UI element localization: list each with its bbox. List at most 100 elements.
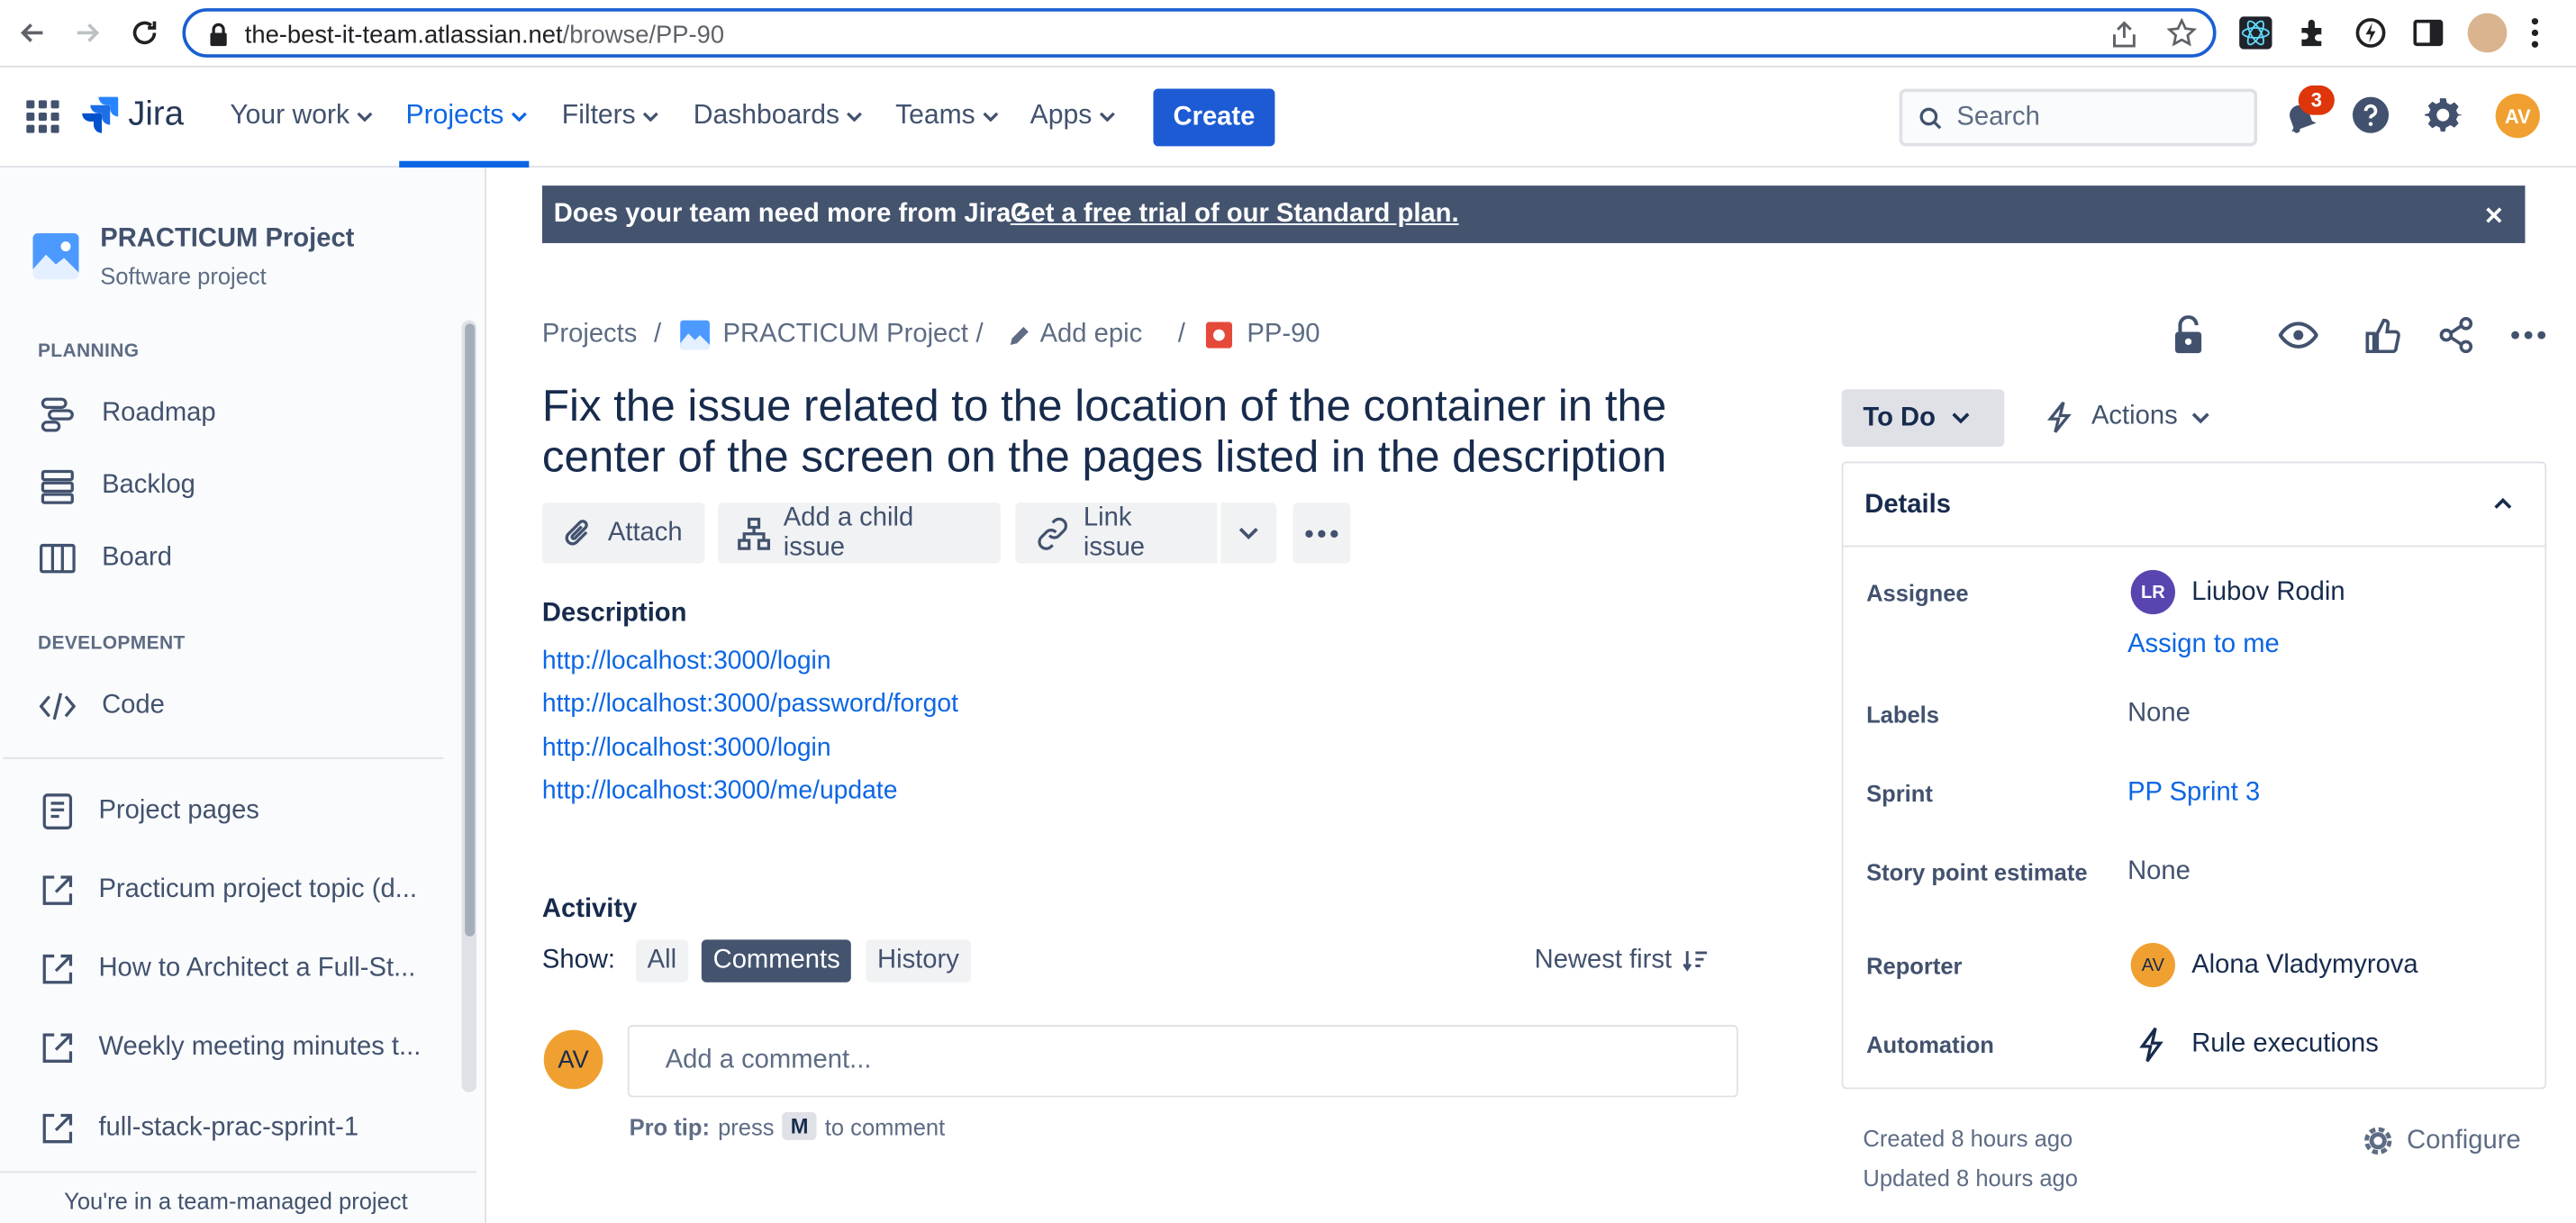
breadcrumb-issue-key[interactable]: PP-90 — [1247, 321, 1320, 350]
breadcrumb-add-epic[interactable]: Add epic — [1040, 321, 1143, 350]
actions-dropdown[interactable]: Actions — [2044, 401, 2210, 433]
link-issue-dropdown[interactable] — [1220, 503, 1277, 564]
bookmark-star-icon[interactable] — [2166, 18, 2197, 48]
lightning-icon — [2046, 401, 2072, 433]
jira-logo[interactable]: Jira — [82, 95, 184, 135]
comment-placeholder: Add a comment... — [665, 1046, 872, 1074]
close-icon[interactable] — [2484, 205, 2504, 225]
comment-input[interactable]: Add a comment... — [627, 1025, 1738, 1098]
assign-to-me-link[interactable]: Assign to me — [2127, 630, 2280, 660]
sidebar-item-link-3[interactable]: Weekly meeting minutes t... — [36, 1027, 421, 1069]
configure-button[interactable]: Configure — [2361, 1124, 2521, 1158]
external-link-icon — [36, 1027, 78, 1069]
sidebar-item-backlog[interactable]: Backlog — [36, 465, 195, 507]
issue-title[interactable]: Fix the issue related to the location of… — [542, 381, 1758, 483]
more-options-icon[interactable] — [2510, 331, 2546, 340]
automation-field[interactable]: Rule executions — [2136, 1027, 2379, 1063]
nav-label: Dashboards — [693, 100, 840, 131]
banner-text: Does your team need more from Jira? — [553, 200, 1028, 229]
bug-type-icon — [1205, 322, 1232, 349]
chevron-down-icon — [982, 111, 998, 122]
sidebar-item-code[interactable]: Code — [36, 685, 165, 728]
pro-tip-rest: to comment — [824, 1112, 946, 1139]
breadcrumb-project[interactable]: PRACTICUM Project — [723, 321, 968, 350]
performance-icon[interactable] — [2354, 16, 2387, 49]
jira-logo-icon — [82, 96, 119, 133]
search-input[interactable]: Search — [1899, 88, 2258, 147]
extensions-icon[interactable] — [2297, 16, 2329, 49]
nav-apps[interactable]: Apps — [1030, 100, 1115, 131]
assignee-field[interactable]: LR Liubov Rodin — [2130, 569, 2345, 615]
chevron-up-icon — [2494, 497, 2512, 510]
sidebar-item-project-pages[interactable]: Project pages — [36, 790, 259, 832]
details-header[interactable]: Details — [1843, 463, 2545, 548]
thumbs-up-icon[interactable] — [2364, 317, 2400, 354]
nav-teams[interactable]: Teams — [895, 100, 998, 131]
link-issue-button[interactable]: Link issue — [1015, 503, 1218, 564]
share-page-icon[interactable] — [2111, 20, 2137, 50]
project-sidebar: PRACTICUM Project Software project PLANN… — [0, 168, 486, 1223]
share-icon[interactable] — [2438, 317, 2474, 354]
sidebar-item-link-4[interactable]: full-stack-prac-sprint-1 — [36, 1107, 358, 1149]
unlock-icon[interactable] — [2172, 315, 2204, 355]
react-devtools-icon[interactable] — [2239, 16, 2272, 50]
app-switcher-icon[interactable] — [26, 100, 59, 133]
sidebar-item-link-1[interactable]: Practicum project topic (d... — [36, 869, 417, 911]
sidebar-item-board[interactable]: Board — [36, 537, 172, 579]
sidebar-item-label: Project pages — [98, 796, 259, 825]
sort-descending-icon — [1682, 951, 1707, 972]
reporter-label: Reporter — [1866, 952, 1963, 980]
tab-all[interactable]: All — [635, 939, 688, 983]
nav-dashboards[interactable]: Dashboards — [694, 100, 863, 131]
sidebar-item-label: How to Architect a Full-St... — [98, 954, 416, 983]
breadcrumb-projects[interactable]: Projects — [542, 321, 637, 350]
description-link[interactable]: http://localhost:3000/login — [542, 734, 831, 764]
description-link[interactable]: http://localhost:3000/login — [542, 648, 831, 677]
reporter-avatar: AV — [2130, 942, 2175, 988]
created-timestamp: Created 8 hours ago — [1863, 1125, 2073, 1152]
description-link[interactable]: http://localhost:3000/password/forgot — [542, 690, 958, 720]
project-avatar-icon — [680, 320, 710, 350]
sidebar-scrollbar-thumb[interactable] — [465, 323, 476, 937]
create-button[interactable]: Create — [1153, 88, 1275, 147]
settings-gear-icon[interactable] — [2423, 95, 2463, 135]
paperclip-icon — [565, 519, 588, 545]
back-icon[interactable] — [16, 16, 49, 49]
watch-eye-icon[interactable] — [2278, 319, 2318, 351]
notification-badge: 3 — [2298, 85, 2335, 115]
description-link[interactable]: http://localhost:3000/me/update — [542, 777, 898, 807]
tab-comments[interactable]: Comments — [701, 939, 852, 983]
story-point-value[interactable]: None — [2127, 857, 2191, 887]
browser-menu-icon[interactable] — [2530, 14, 2540, 50]
side-panel-icon[interactable] — [2412, 16, 2444, 49]
sidebar-item-label: Roadmap — [102, 399, 216, 428]
more-actions-button[interactable] — [1293, 503, 1351, 564]
sort-newest-first[interactable]: Newest first — [1535, 947, 1709, 976]
banner-trial-link[interactable]: Get a free trial of our Standard plan. — [1011, 201, 1459, 231]
nav-label: Teams — [895, 100, 975, 131]
attach-button[interactable]: Attach — [541, 503, 705, 564]
story-point-label: Story point estimate — [1866, 858, 2088, 886]
tab-history[interactable]: History — [866, 939, 971, 983]
labels-value[interactable]: None — [2127, 700, 2191, 729]
project-type: Software project — [100, 262, 267, 290]
nav-filters[interactable]: Filters — [562, 100, 658, 131]
sprint-value[interactable]: PP Sprint 3 — [2127, 779, 2260, 809]
jira-logo-text: Jira — [128, 95, 185, 133]
assignee-avatar: LR — [2130, 569, 2175, 615]
forward-icon[interactable] — [70, 16, 103, 49]
status-dropdown[interactable]: To Do — [1841, 389, 2005, 448]
sidebar-item-roadmap[interactable]: Roadmap — [36, 393, 216, 435]
sidebar-item-link-2[interactable]: How to Architect a Full-St... — [36, 947, 415, 990]
user-avatar[interactable]: AV — [2495, 93, 2540, 139]
address-bar[interactable]: the-best-it-team.atlassian.net/browse/PP… — [182, 8, 2217, 58]
add-child-issue-button[interactable]: Add a child issue — [718, 503, 1001, 564]
nav-your-work[interactable]: Your work — [230, 100, 372, 131]
link-issue-label: Link issue — [1083, 503, 1146, 561]
reload-icon[interactable] — [128, 16, 160, 49]
chevron-down-icon — [2192, 412, 2210, 423]
profile-avatar[interactable] — [2467, 13, 2508, 53]
nav-projects[interactable]: Projects — [406, 100, 527, 131]
reporter-field[interactable]: AV Alona Vladymyrova — [2130, 942, 2418, 988]
help-icon[interactable] — [2351, 95, 2390, 135]
